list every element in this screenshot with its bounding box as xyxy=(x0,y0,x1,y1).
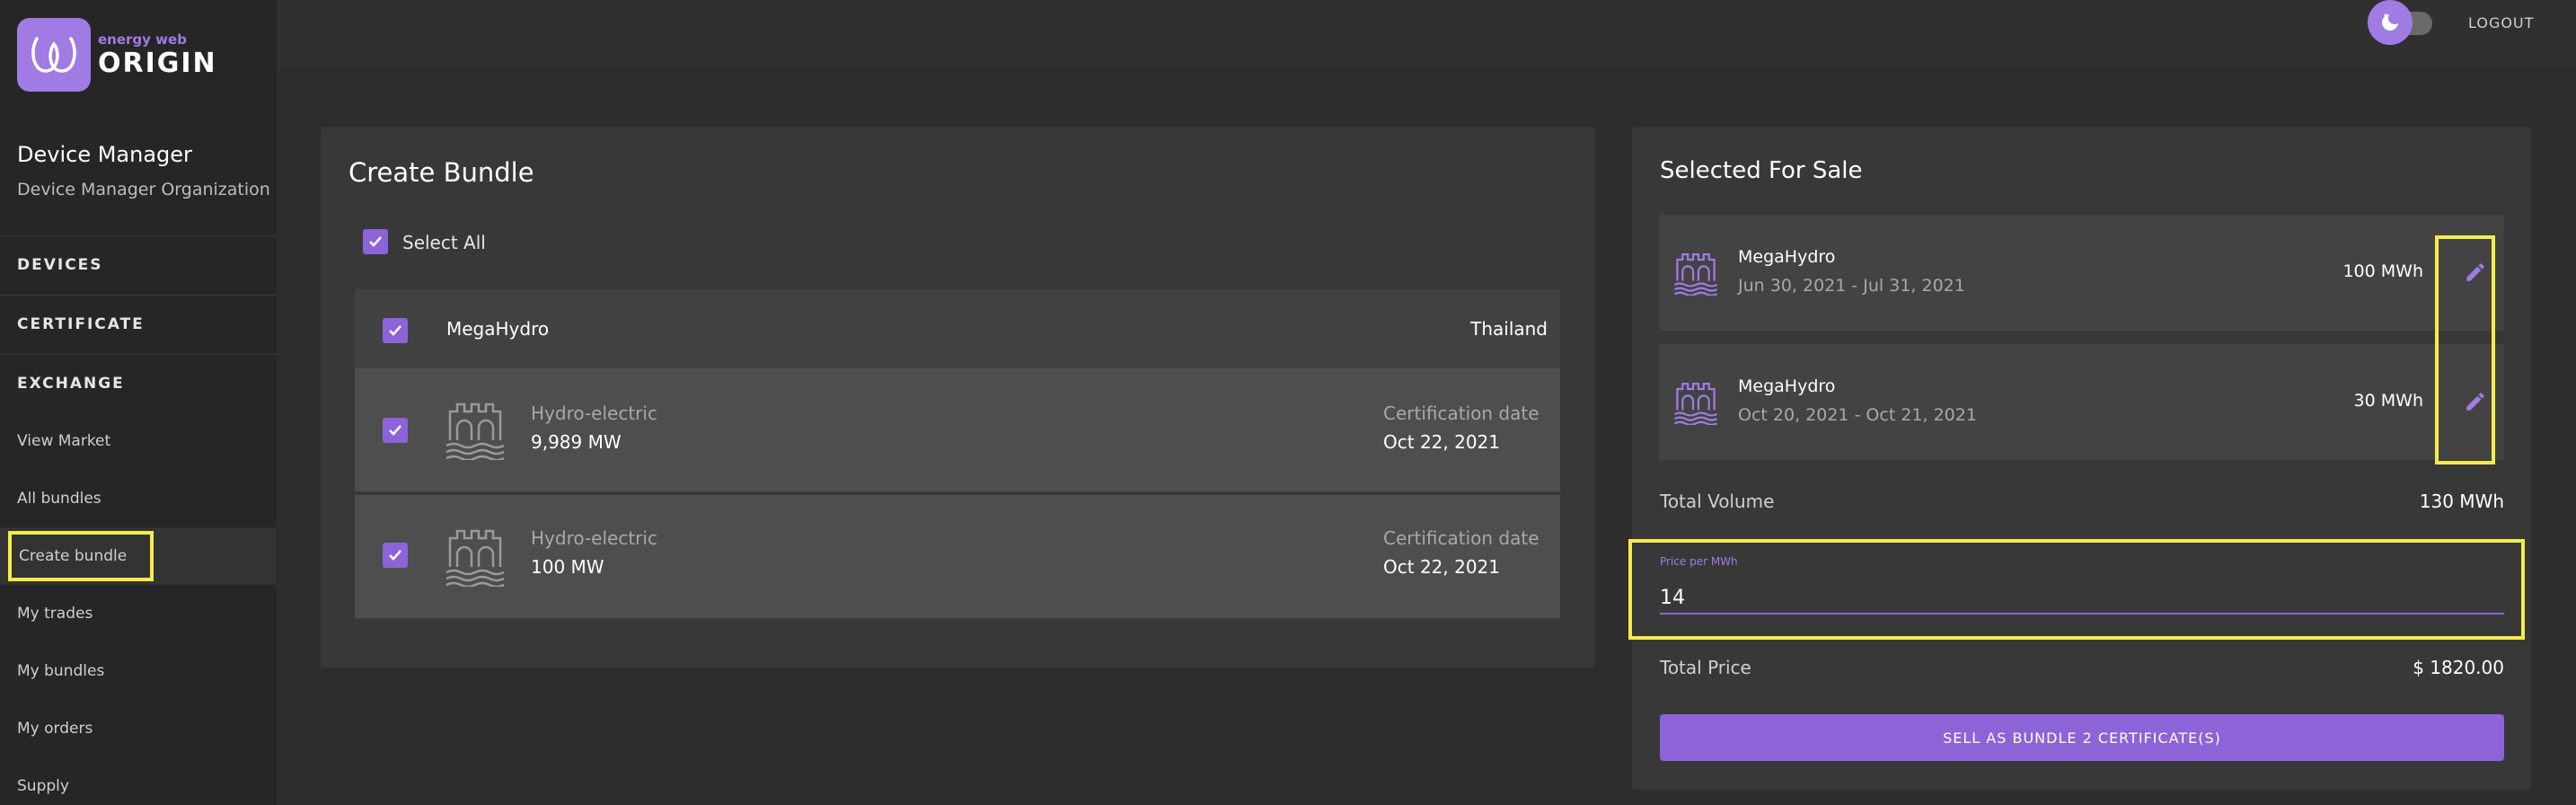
sale-item-period: Oct 20, 2021 - Oct 21, 2021 xyxy=(1738,405,1977,425)
logo-title: ORIGIN xyxy=(98,47,217,79)
checkbox-check-icon xyxy=(389,550,401,561)
total-volume-label: Total Volume xyxy=(1660,491,1775,512)
sale-item-name: MegaHydro xyxy=(1738,376,1836,396)
certification-date: Oct 22, 2021 xyxy=(1383,556,1500,578)
certificate-row[interactable]: Hydro-electric 100 MW Certification date… xyxy=(355,495,1560,620)
user-organization: Device Manager Organization xyxy=(17,180,270,199)
create-bundle-card: Create Bundle Select All MegaHydro Thail… xyxy=(321,127,1595,668)
checkbox-check-icon xyxy=(389,425,401,436)
nav-section-exchange[interactable]: EXCHANGE xyxy=(0,354,277,411)
sidebar-item-label: Create bundle xyxy=(8,531,154,581)
selected-for-sale-card: Selected For Sale MegaHydro Jun 30, 2021… xyxy=(1632,127,2531,790)
total-price-label: Total Price xyxy=(1660,657,1751,678)
nav-section-devices[interactable]: DEVICES xyxy=(0,235,277,293)
sidebar-item-my-trades[interactable]: My trades xyxy=(0,585,277,642)
logo[interactable]: energy web ORIGIN xyxy=(17,18,217,92)
sale-item-name: MegaHydro xyxy=(1738,247,1836,267)
hydro-dam-icon xyxy=(1673,383,1718,425)
sidebar-item-supply[interactable]: Supply xyxy=(0,757,277,805)
certification-date: Oct 22, 2021 xyxy=(1383,431,1500,453)
theme-toggle-icon xyxy=(2368,0,2413,45)
device-group-header: MegaHydro Thailand xyxy=(355,289,1560,368)
top-bar xyxy=(277,0,2576,68)
sidebar-item-my-orders[interactable]: My orders xyxy=(0,700,277,757)
total-volume-value: 130 MWh xyxy=(2419,491,2504,512)
logo-icon xyxy=(17,18,91,92)
device-name: MegaHydro xyxy=(446,318,550,340)
certification-date-label: Certification date xyxy=(1383,402,1539,424)
certificate-type: Hydro-electric xyxy=(531,527,657,549)
section-title: Selected For Sale xyxy=(1660,157,1863,184)
sell-bundle-button[interactable]: SELL AS BUNDLE 2 CERTIFICATE(S) xyxy=(1660,714,2504,761)
select-all-checkbox[interactable] xyxy=(363,229,388,254)
sidebar-item-all-bundles[interactable]: All bundles xyxy=(0,470,277,527)
logo-subtitle: energy web xyxy=(98,31,187,48)
device-country: Thailand xyxy=(1470,318,1548,340)
certificate-checkbox[interactable] xyxy=(383,543,408,568)
total-price-value: $ 1820.00 xyxy=(2413,657,2504,678)
checkbox-check-icon xyxy=(389,325,401,336)
sale-item-period: Jun 30, 2021 - Jul 31, 2021 xyxy=(1738,276,1965,296)
sale-item: MegaHydro Jun 30, 2021 - Jul 31, 2021 10… xyxy=(1659,215,2504,331)
nav-section-certificate[interactable]: CERTIFICATE xyxy=(0,295,277,352)
hydro-dam-icon xyxy=(446,402,505,460)
sidebar: energy web ORIGIN Device Manager Device … xyxy=(0,0,277,805)
certificate-volume: 9,989 MW xyxy=(531,431,622,453)
price-field-highlight xyxy=(1628,539,2525,640)
certificate-checkbox[interactable] xyxy=(383,418,408,443)
device-checkbox[interactable] xyxy=(383,318,408,343)
certificate-type: Hydro-electric xyxy=(531,402,657,424)
sale-item: MegaHydro Oct 20, 2021 - Oct 21, 2021 30… xyxy=(1659,344,2504,460)
hydro-dam-icon xyxy=(446,529,505,587)
certificate-row[interactable]: Hydro-electric 9,989 MW Certification da… xyxy=(355,368,1560,493)
certification-date-label: Certification date xyxy=(1383,527,1539,549)
edit-buttons-highlight xyxy=(2435,235,2495,464)
hydro-dam-icon xyxy=(1673,253,1718,296)
sidebar-item-create-bundle[interactable]: Create bundle xyxy=(0,527,277,585)
sale-item-volume: 30 MWh xyxy=(2353,391,2423,411)
page-title: Create Bundle xyxy=(348,157,534,188)
sidebar-item-view-market[interactable]: View Market xyxy=(0,412,277,470)
sidebar-item-my-bundles[interactable]: My bundles xyxy=(0,642,277,700)
certificate-volume: 100 MW xyxy=(531,556,604,578)
checkbox-check-icon xyxy=(369,236,382,247)
logout-button[interactable]: LOGOUT xyxy=(2468,14,2534,31)
user-name: Device Manager xyxy=(17,142,192,167)
sale-item-volume: 100 MWh xyxy=(2342,261,2423,281)
select-all-label: Select All xyxy=(402,232,486,253)
theme-toggle[interactable] xyxy=(2368,0,2441,45)
